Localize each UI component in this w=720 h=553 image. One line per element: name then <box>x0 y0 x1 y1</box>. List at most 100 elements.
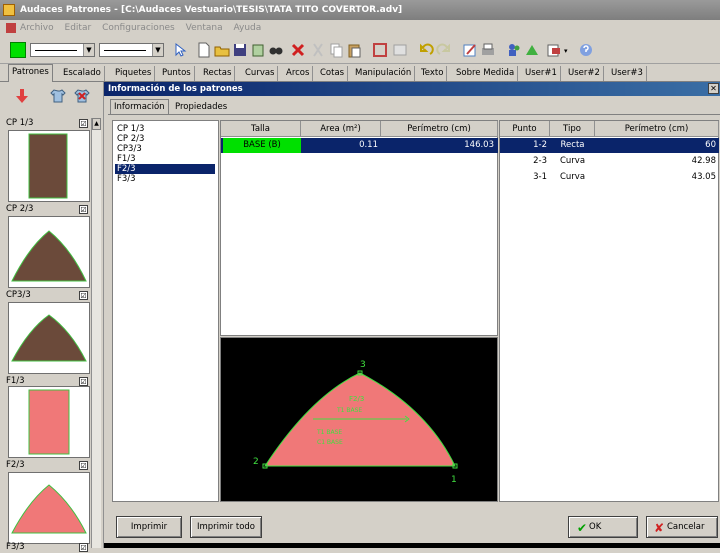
tab-puntos[interactable]: Puntos <box>159 66 195 81</box>
pointer-icon[interactable] <box>172 42 188 58</box>
cross-icon: ✘ <box>654 521 665 535</box>
ok-button[interactable]: ✔ OK <box>568 516 638 538</box>
export-dropdown-icon[interactable]: ▾ <box>564 47 568 55</box>
pattern-card-checkbox[interactable]: ☑ <box>79 119 88 128</box>
pattern-card-checkbox[interactable]: ☑ <box>79 291 88 300</box>
menu-ayuda[interactable]: Ayuda <box>233 23 261 33</box>
column-header[interactable]: Perímetro (cm) <box>595 121 719 137</box>
point-cell: 3-1 <box>533 172 547 182</box>
perimeter-cell: 60 <box>705 140 716 150</box>
point-label-3: 3 <box>360 360 366 370</box>
area-cell: 0.11 <box>359 140 378 150</box>
tab-user2[interactable]: User#2 <box>565 66 604 81</box>
frame-icon[interactable] <box>372 42 388 58</box>
list-item[interactable]: CP 2/3 <box>115 134 215 144</box>
menu-ventana[interactable]: Ventana <box>186 23 223 33</box>
print-all-button[interactable]: Imprimir todo <box>190 516 262 538</box>
people-icon[interactable] <box>506 42 522 58</box>
help-icon[interactable] <box>578 42 594 58</box>
perimeter-cell: 42.98 <box>691 156 716 166</box>
color-swatch[interactable] <box>10 42 26 58</box>
tab-curvas[interactable]: Curvas <box>242 66 279 81</box>
sizes-table: Talla Area (m²) Perímetro (cm) BASE (B) … <box>220 120 498 336</box>
export-icon[interactable] <box>546 42 562 58</box>
tab-user3[interactable]: User#3 <box>608 66 647 81</box>
pattern-thumbnail[interactable] <box>8 386 90 458</box>
list-item[interactable]: CP 1/3 <box>115 124 215 134</box>
new-file-icon[interactable] <box>196 42 212 58</box>
pattern-thumbnail[interactable] <box>8 302 90 374</box>
open-folder-icon[interactable] <box>214 42 230 58</box>
tab-cotas[interactable]: Cotas <box>317 66 349 81</box>
perimeter-cell: 43.05 <box>691 172 716 182</box>
save-icon[interactable] <box>232 42 248 58</box>
column-header[interactable]: Talla <box>221 121 301 137</box>
tab-escalado[interactable]: Escalado <box>60 66 105 81</box>
column-header[interactable]: Perímetro (cm) <box>381 121 498 137</box>
redo-icon[interactable] <box>436 42 452 58</box>
printer-icon[interactable] <box>480 42 496 58</box>
find-icon[interactable] <box>268 42 284 58</box>
tab-arcos[interactable]: Arcos <box>283 66 314 81</box>
pattern-thumbnail[interactable] <box>8 472 90 544</box>
list-item[interactable]: F3/3 <box>115 174 215 184</box>
column-header[interactable]: Punto <box>500 121 550 137</box>
list-item-selected[interactable]: F2/3 <box>115 164 215 174</box>
window-title: Audaces Patrones - [C:\Audaces Vestuario… <box>20 5 403 15</box>
menu-editar[interactable]: Editar <box>65 23 92 33</box>
print-button[interactable]: Imprimir <box>116 516 182 538</box>
piece-text: T1 BASE <box>336 407 362 414</box>
window-title-bar: Audaces Patrones - [C:\Audaces Vestuario… <box>0 0 720 20</box>
point-cell: 1-2 <box>533 140 547 150</box>
tab-patrones[interactable]: Patrones <box>8 64 53 82</box>
piece-text: C1 BASE <box>317 439 343 446</box>
tab-propiedades[interactable]: Propiedades <box>172 100 230 115</box>
scroll-up-icon[interactable]: ▲ <box>92 118 101 130</box>
arrow-down-icon[interactable] <box>14 88 30 104</box>
pattern-card-checkbox[interactable]: ☑ <box>79 377 88 386</box>
cut-icon[interactable] <box>310 42 326 58</box>
tab-texto[interactable]: Texto <box>418 66 448 81</box>
column-header[interactable]: Tipo <box>550 121 595 137</box>
marker-icon[interactable] <box>524 42 540 58</box>
line-width-combo[interactable]: ▼ <box>99 43 164 57</box>
cancel-button-label: Cancelar <box>667 522 705 532</box>
sidebar-scrollbar[interactable]: ▲ <box>91 118 101 548</box>
paste-icon[interactable] <box>346 42 362 58</box>
check-icon: ✔ <box>577 521 588 535</box>
print-preview-icon[interactable] <box>250 42 266 58</box>
pattern-thumbnail[interactable] <box>8 216 90 288</box>
tab-sobre-medida[interactable]: Sobre Medida <box>453 66 519 81</box>
shirt-icon[interactable] <box>50 88 66 104</box>
pattern-card-checkbox[interactable]: ☑ <box>79 205 88 214</box>
status-strip <box>104 543 720 548</box>
list-item[interactable]: F1/3 <box>115 154 215 164</box>
column-header[interactable]: Area (m²) <box>301 121 381 137</box>
cancel-button[interactable]: ✘ Cancelar <box>646 516 718 538</box>
tab-user1[interactable]: User#1 <box>522 66 561 81</box>
point-label-1: 1 <box>451 475 457 485</box>
pattern-list[interactable]: CP 1/3 CP 2/3 CP3/3 F1/3 F2/3 F3/3 <box>112 120 219 502</box>
type-cell: Curva <box>559 172 586 182</box>
edit-pattern-icon[interactable] <box>462 42 478 58</box>
window-icon[interactable] <box>392 42 408 58</box>
close-icon[interactable]: ✕ <box>708 83 719 94</box>
pattern-thumbnail[interactable] <box>8 130 90 202</box>
points-table: Punto Tipo Perímetro (cm) 1-2 Recta 60 2… <box>499 120 719 502</box>
tab-rectas[interactable]: Rectas <box>200 66 236 81</box>
pattern-card-checkbox[interactable]: ☑ <box>79 461 88 470</box>
tab-manipulacion[interactable]: Manipulación <box>352 66 416 81</box>
delete-icon[interactable] <box>290 42 306 58</box>
pattern-card-label: F2/3 <box>6 460 25 470</box>
menu-configuraciones[interactable]: Configuraciones <box>102 23 175 33</box>
undo-icon[interactable] <box>418 42 434 58</box>
list-item[interactable]: CP3/3 <box>115 144 215 154</box>
piece-text: F2/3 <box>349 395 364 403</box>
tab-informacion[interactable]: Información <box>110 99 169 114</box>
tab-piquetes[interactable]: Piquetes <box>112 66 156 81</box>
menu-archivo[interactable]: Archivo <box>20 23 54 33</box>
copy-icon[interactable] <box>328 42 344 58</box>
pattern-preview[interactable]: 3 2 1 F2/3 T1 BASE T1 BASE C1 BASE <box>220 337 498 502</box>
shirt-delete-icon[interactable] <box>74 88 90 104</box>
line-style-combo[interactable]: ▼ <box>30 43 95 57</box>
